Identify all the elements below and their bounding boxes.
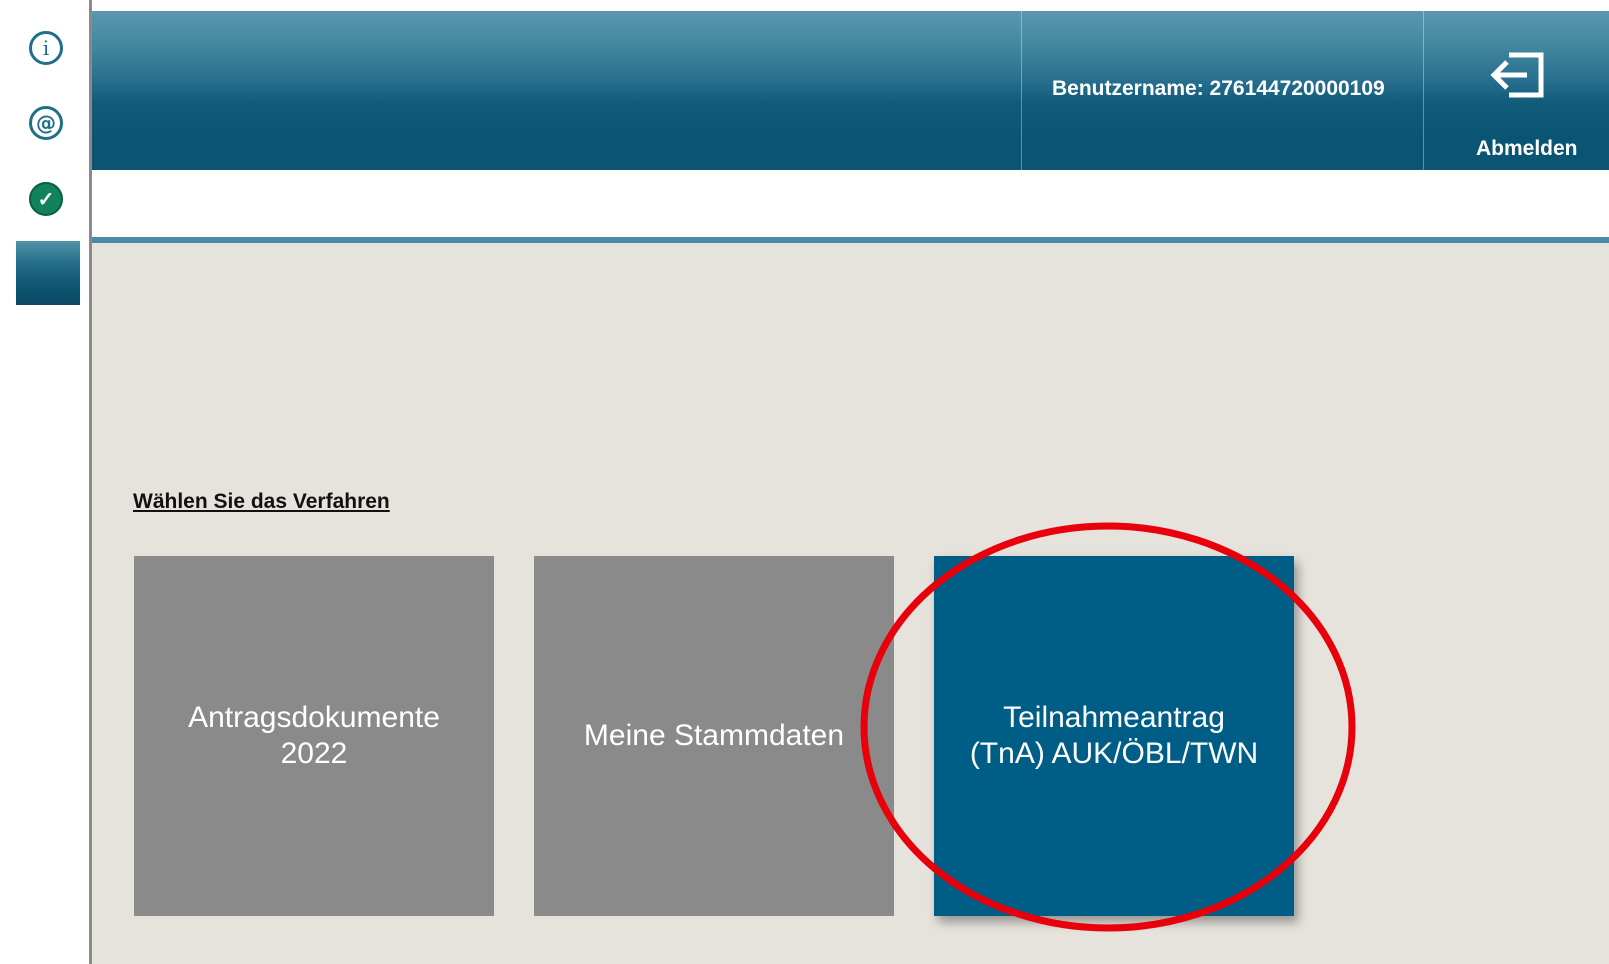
header-divider	[1021, 11, 1022, 170]
check-icon[interactable]: ✓	[29, 182, 63, 216]
info-icon-glyph: i	[42, 36, 50, 60]
logout-button[interactable]: Abmelden	[1458, 45, 1608, 160]
header-bar: Benutzername: 276144720000109 Abmelden	[92, 11, 1609, 170]
tile-label: Antragsdokumente 2022	[188, 701, 440, 770]
at-icon[interactable]: @	[29, 106, 63, 140]
check-icon-glyph: ✓	[37, 188, 55, 211]
tile-teilnahmeantrag[interactable]: Teilnahmeantrag (TnA) AUK/ÖBL/TWN	[934, 556, 1294, 916]
section-heading: Wählen Sie das Verfahren	[133, 490, 390, 513]
header-divider	[1423, 11, 1424, 170]
left-rail: i @ ✓	[0, 0, 92, 964]
tile-label: Teilnahmeantrag (TnA) AUK/ÖBL/TWN	[969, 701, 1259, 770]
username-label: Benutzername: 276144720000109	[1052, 77, 1385, 100]
at-icon-glyph: @	[36, 111, 56, 135]
main-content: Wählen Sie das Verfahren Antragsdokument…	[92, 243, 1609, 964]
sidebar-menu-block[interactable]	[16, 241, 80, 305]
tile-label: Meine Stammdaten	[583, 719, 845, 752]
tile-antragsdokumente[interactable]: Antragsdokumente 2022	[134, 556, 494, 916]
tile-meine-stammdaten[interactable]: Meine Stammdaten	[534, 556, 894, 916]
logout-label: Abmelden	[1476, 137, 1578, 160]
info-icon[interactable]: i	[29, 31, 63, 65]
white-strip	[92, 170, 1609, 237]
logout-icon	[1490, 52, 1544, 98]
